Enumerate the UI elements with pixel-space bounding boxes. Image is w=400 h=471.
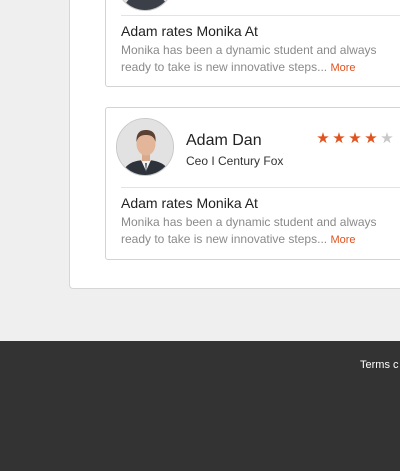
more-link[interactable]: More bbox=[330, 234, 355, 246]
review-body: Monika has been a dynamic student and al… bbox=[121, 214, 396, 248]
avatar[interactable] bbox=[116, 0, 174, 11]
avatar[interactable] bbox=[116, 118, 174, 176]
review-card: Adam rates Monika At Monika has been a d… bbox=[105, 0, 400, 87]
star-icon: ★ bbox=[316, 130, 330, 147]
star-rating: ★ ★ ★ ★ ★ bbox=[315, 131, 395, 146]
divider bbox=[121, 187, 400, 188]
review-title: Adam rates Monika At bbox=[121, 23, 258, 39]
star-icon: ★ bbox=[332, 130, 346, 147]
reviewer-role: Ceo I Century Fox bbox=[186, 154, 284, 168]
star-icon: ★ bbox=[348, 130, 362, 147]
star-icon: ★ bbox=[380, 130, 394, 147]
review-title: Adam rates Monika At bbox=[121, 195, 258, 211]
review-body: Monika has been a dynamic student and al… bbox=[121, 42, 396, 76]
footer-terms-link[interactable]: Terms c bbox=[360, 359, 399, 371]
divider bbox=[121, 15, 400, 16]
review-card: Adam Dan Ceo I Century Fox ★ ★ ★ ★ ★ Adam ra… bbox=[105, 107, 400, 260]
more-link[interactable]: More bbox=[330, 62, 355, 74]
footer: Terms c bbox=[0, 341, 400, 471]
reviewer-name: Adam Dan bbox=[186, 132, 262, 149]
star-icon: ★ bbox=[364, 130, 378, 147]
